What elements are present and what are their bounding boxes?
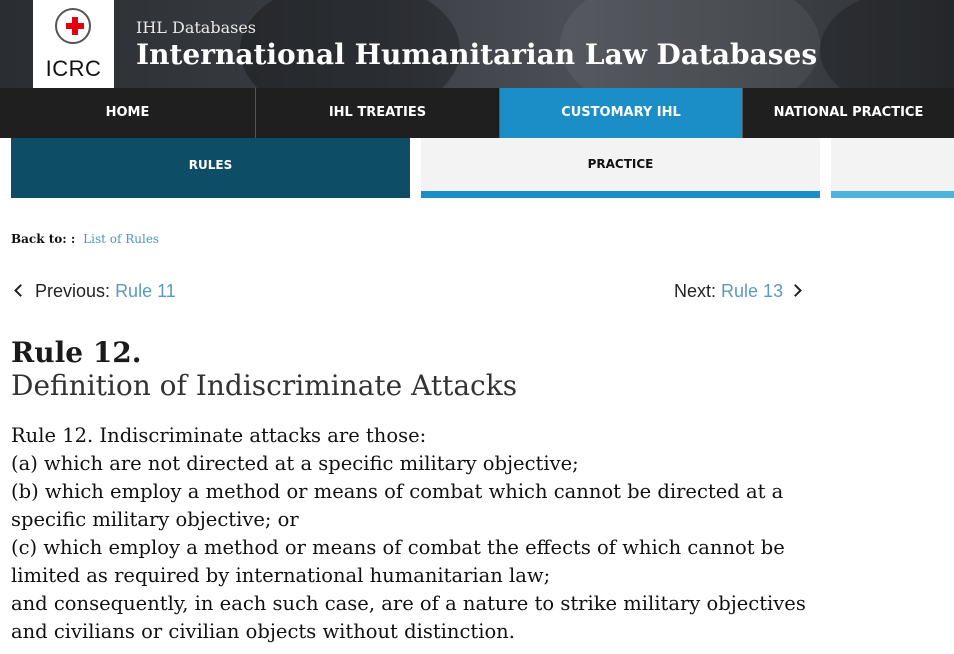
rule-text-line: specific military objective; or — [11, 508, 299, 531]
tab-more[interactable] — [831, 138, 954, 198]
rule-text-line: Rule 12. Indiscriminate attacks are thos… — [11, 424, 427, 447]
icrc-logo[interactable]: ICRC — [33, 0, 114, 88]
previous-rule-link[interactable]: Previous: Rule 11 — [14, 281, 176, 302]
previous-rule-name[interactable]: Rule 11 — [115, 281, 176, 301]
nav-national-practice[interactable]: NATIONAL PRACTICE — [743, 88, 954, 138]
rule-title: Definition of Indiscriminate Attacks — [11, 369, 518, 402]
previous-label: Previous: — [35, 281, 111, 301]
site-kicker[interactable]: IHL Databases — [136, 18, 256, 37]
next-label: Next: — [674, 281, 717, 301]
site-title[interactable]: International Humanitarian Law Databases — [136, 38, 817, 71]
rule-number: Rule 12. — [11, 336, 142, 369]
rule-text-line: (b) which employ a method or means of co… — [11, 480, 784, 503]
logo-text: ICRC — [45, 56, 102, 81]
nav-ihl-treaties[interactable]: IHL TREATIES — [256, 88, 500, 138]
list-of-rules-link[interactable]: List of Rules — [83, 232, 159, 246]
rule-text-line: and civilians or civilian objects withou… — [11, 620, 515, 643]
back-label: Back to: : — [11, 232, 76, 246]
tab-rules[interactable]: RULES — [11, 138, 410, 198]
tab-practice[interactable]: PRACTICE — [421, 138, 820, 198]
main-navigation: HOME IHL TREATIES CUSTOMARY IHL NATIONAL… — [0, 88, 954, 138]
site-header: ICRC IHL Databases International Humanit… — [0, 0, 954, 88]
rule-text-line: (a) which are not directed at a specific… — [11, 452, 579, 475]
next-rule-name[interactable]: Rule 13 — [721, 281, 783, 301]
nav-home[interactable]: HOME — [0, 88, 256, 138]
nav-customary-ihl[interactable]: CUSTOMARY IHL — [500, 88, 743, 138]
red-cross-emblem-icon — [55, 8, 91, 44]
rule-text-line: and consequently, in each such case, are… — [11, 592, 806, 615]
breadcrumb: Back to: : List of Rules — [11, 232, 159, 246]
rule-text-line: (c) which employ a method or means of co… — [11, 536, 785, 559]
next-rule-link[interactable]: Next: Rule 13 — [674, 281, 802, 302]
chevron-right-icon — [789, 284, 802, 297]
rule-text-line: limited as required by international hum… — [11, 564, 551, 587]
header-background-shape — [820, 0, 954, 88]
rule-text: Rule 12. Indiscriminate attacks are thos… — [11, 422, 816, 646]
chevron-left-icon — [14, 284, 27, 297]
